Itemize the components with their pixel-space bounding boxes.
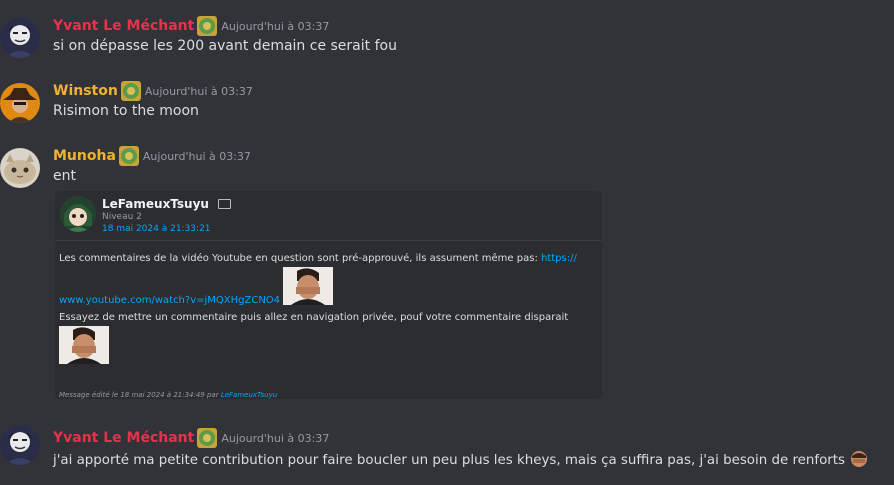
divider — [55, 240, 602, 241]
embed-author-avatar — [60, 196, 96, 232]
server-badge-icon[interactable] — [197, 16, 218, 36]
message-header: Yvant Le Méchant Aujourd'hui à 03:37 — [53, 16, 329, 36]
server-badge-icon[interactable] — [120, 81, 141, 101]
embed-date: 18 mai 2024 à 21:33:21 — [102, 224, 211, 234]
message-header: Winston Aujourd'hui à 03:37 — [53, 81, 253, 101]
edit-note: Message édité le 18 mai 2024 à 21:34:49 … — [59, 391, 277, 399]
username[interactable]: Munoha — [53, 148, 116, 164]
username[interactable]: Yvant Le Méchant — [53, 430, 194, 446]
message-text-content: j'ai apporté ma petite contribution pour… — [53, 453, 846, 468]
embed-author-name: LeFameuxTsuyu — [102, 197, 231, 211]
timestamp[interactable]: Aujourd'hui à 03:37 — [221, 20, 329, 33]
timestamp[interactable]: Aujourd'hui à 03:37 — [221, 432, 329, 445]
reaction-gif — [283, 267, 333, 305]
youtube-link-part1[interactable]: https:// — [541, 253, 577, 264]
embed-line-3: Essayez de mettre un commentaire puis al… — [59, 312, 568, 323]
username[interactable]: Winston — [53, 83, 118, 99]
message-header: Munoha Aujourd'hui à 03:37 — [53, 146, 251, 166]
message-text: Risimon to the moon — [53, 103, 199, 119]
server-badge-icon[interactable] — [118, 146, 139, 166]
avatar-yvant[interactable] — [0, 425, 40, 465]
username[interactable]: Yvant Le Méchant — [53, 18, 194, 34]
facepalm-emoji-icon[interactable] — [849, 450, 870, 468]
message-text: ent — [53, 168, 76, 184]
embed-text: Les commentaires de la vidéo Youtube en … — [59, 253, 541, 264]
embed-author-label: LeFameuxTsuyu — [102, 197, 209, 211]
avatar-munoha[interactable] — [0, 148, 40, 188]
embedded-screenshot[interactable]: LeFameuxTsuyu Niveau 2 18 mai 2024 à 21:… — [55, 191, 602, 399]
embed-level: Niveau 2 — [102, 212, 142, 222]
youtube-link-part2[interactable]: www.youtube.com/watch?v=jMQXHgZCNO4 — [59, 295, 280, 306]
embed-line-2: www.youtube.com/watch?v=jMQXHgZCNO4 — [59, 295, 280, 306]
mail-icon — [217, 199, 231, 209]
message-text: si on dépasse les 200 avant demain ce se… — [53, 38, 397, 54]
reaction-gif — [59, 326, 109, 364]
embed-text: Essayez de mettre un commentaire puis al… — [59, 312, 569, 323]
message-header: Yvant Le Méchant Aujourd'hui à 03:37 — [53, 428, 329, 448]
timestamp[interactable]: Aujourd'hui à 03:37 — [145, 85, 253, 98]
edit-author-link[interactable]: LeFameuxTsuyu — [221, 391, 277, 399]
server-badge-icon[interactable] — [197, 428, 218, 448]
avatar-winston[interactable] — [0, 83, 40, 123]
message-text: j'ai apporté ma petite contribution pour… — [53, 450, 870, 468]
embed-line-1: Les commentaires de la vidéo Youtube en … — [59, 253, 577, 264]
edit-note-text: Message édité le 18 mai 2024 à 21:34:49 … — [59, 391, 221, 399]
timestamp[interactable]: Aujourd'hui à 03:37 — [143, 150, 251, 163]
avatar-yvant[interactable] — [0, 18, 40, 58]
